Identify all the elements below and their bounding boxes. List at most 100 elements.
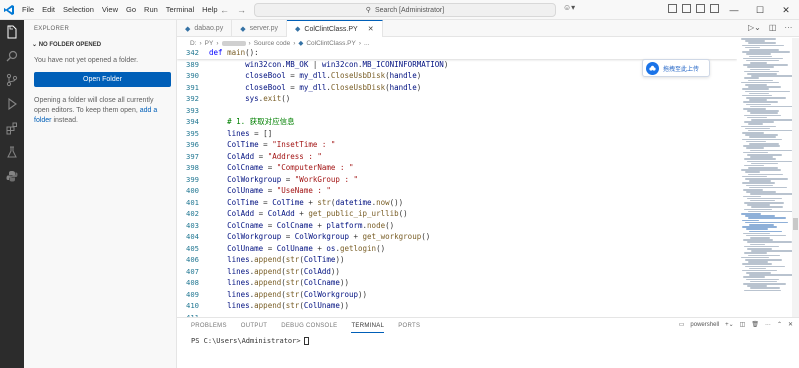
- menu-view[interactable]: View: [98, 0, 122, 20]
- panel-tab-ports[interactable]: PORTS: [398, 320, 420, 332]
- code-token: my_dll: [299, 71, 327, 81]
- code-token: (): [421, 232, 431, 242]
- code-line[interactable]: 408 lines. append(str(ColCname)): [177, 277, 737, 289]
- more-actions-icon[interactable]: ···: [784, 23, 792, 32]
- breadcrumb-drive[interactable]: D:: [190, 40, 197, 47]
- code-line[interactable]: 396 ColTime = "InsetTime : ": [177, 139, 737, 151]
- code-line[interactable]: 410 lines. append(str(ColUname)): [177, 300, 737, 312]
- run-debug-icon[interactable]: [0, 92, 24, 116]
- toggle-secondary-sidebar-icon[interactable]: [696, 4, 705, 13]
- line-number: 392: [186, 94, 199, 104]
- tab-dabao-py[interactable]: ◆ dabao.py: [177, 20, 233, 37]
- code-token: ColAdd: [227, 151, 255, 161]
- kill-terminal-icon[interactable]: 🗑: [751, 321, 759, 328]
- code-line[interactable]: 400 ColUname = "UseName : ": [177, 185, 737, 197]
- new-terminal-icon[interactable]: +⌄: [725, 321, 734, 328]
- toggle-sidebar-icon[interactable]: [668, 4, 677, 13]
- breadcrumb-source-code[interactable]: Source code: [254, 40, 291, 47]
- code-token: win32con: [245, 59, 282, 69]
- code-token: (): [385, 220, 395, 230]
- code-token: str: [285, 266, 300, 276]
- code-token: ColWorkgroup: [294, 232, 349, 242]
- terminal-shell-name[interactable]: powershell: [690, 322, 719, 328]
- title-bar: File Edit Selection View Go Run Terminal Help ←…: [0, 0, 799, 20]
- code-token: )): [335, 255, 345, 265]
- back-arrow-icon[interactable]: ←: [220, 5, 229, 15]
- menu-go[interactable]: Go: [122, 0, 140, 20]
- code-token: +: [294, 209, 309, 219]
- python-icon[interactable]: [0, 164, 24, 188]
- code-token: closeBool: [245, 71, 286, 81]
- drag-upload-widget[interactable]: 拖拽至此上传: [642, 59, 710, 77]
- code-editor[interactable]: 342 def main (): 389 win32con. MB_OK | win32…: [177, 47, 737, 317]
- code-line[interactable]: 392 sys. exit(): [177, 93, 737, 105]
- panel-tab-terminal[interactable]: TERMINAL: [351, 320, 385, 333]
- search-icon[interactable]: [0, 44, 24, 68]
- code-line[interactable]: 406 lines. append(str(ColTime)): [177, 254, 737, 266]
- code-line[interactable]: 403 ColCname = ColCname + platform. node(…: [177, 220, 737, 232]
- panel-tab-debug-console[interactable]: DEBUG CONSOLE: [281, 320, 337, 332]
- panel-tab-problems[interactable]: PROBLEMS: [191, 320, 227, 332]
- sticky-scroll-line[interactable]: 342 def main ():: [177, 47, 737, 59]
- code-line[interactable]: 404 ColWorkgroup = ColWorkgroup + get_wo…: [177, 231, 737, 243]
- explorer-icon[interactable]: [0, 20, 24, 44]
- source-control-icon[interactable]: [0, 68, 24, 92]
- code-token: ): [416, 82, 422, 92]
- code-token: ColCname: [303, 278, 340, 288]
- no-folder-section-header[interactable]: ⌄ NO FOLDER OPENED: [24, 32, 176, 48]
- code-line[interactable]: 393: [177, 105, 737, 117]
- run-python-file-icon[interactable]: ▷⌄: [748, 23, 761, 32]
- close-icon[interactable]: ✕: [773, 0, 799, 20]
- close-panel-icon[interactable]: ✕: [788, 321, 793, 328]
- menu-terminal[interactable]: Terminal: [162, 0, 198, 20]
- menu-run[interactable]: Run: [140, 0, 162, 20]
- minimap-line: [749, 55, 772, 58]
- code-line[interactable]: 397 ColAdd = "Address : ": [177, 151, 737, 163]
- maximize-panel-icon[interactable]: ⌃: [777, 321, 782, 328]
- code-line[interactable]: 409 lines. append(str(ColWorkgroup)): [177, 289, 737, 301]
- close-tab-icon[interactable]: ✕: [368, 25, 374, 33]
- minimap-line: [746, 241, 792, 244]
- panel-tab-output[interactable]: OUTPUT: [241, 320, 267, 332]
- split-terminal-icon[interactable]: ◫: [740, 321, 746, 328]
- code-line[interactable]: 398 ColCname = "ComputerName : ": [177, 162, 737, 174]
- code-line[interactable]: 399 ColWorkgroup = "WorkGroup : ": [177, 174, 737, 186]
- code-token: str: [285, 301, 300, 311]
- line-number: 408: [186, 278, 199, 288]
- code-line[interactable]: 401 ColTime = ColTime + str(datetime. now…: [177, 197, 737, 209]
- forward-arrow-icon[interactable]: →: [237, 5, 246, 15]
- minimap[interactable]: [741, 38, 797, 318]
- code-line[interactable]: 405 ColUname = ColUname + os. getlogin(): [177, 243, 737, 255]
- activity-bar: [0, 20, 24, 368]
- command-center-search[interactable]: ⚲ Search [Administrator]: [254, 3, 556, 17]
- menu-file[interactable]: File: [18, 0, 38, 20]
- open-folder-button[interactable]: Open Folder: [34, 72, 171, 87]
- breadcrumb-more[interactable]: ...: [364, 40, 369, 47]
- menu-selection[interactable]: Selection: [59, 0, 98, 20]
- breadcrumb-file[interactable]: ColClintClass.PY: [306, 40, 356, 47]
- menu-help[interactable]: Help: [198, 0, 221, 20]
- copilot-icon[interactable]: ☺▾: [563, 3, 575, 12]
- toggle-panel-icon[interactable]: [682, 4, 691, 13]
- code-line[interactable]: 407 lines. append(str(ColAdd)): [177, 266, 737, 278]
- tab-server-py[interactable]: ◆ server.py: [232, 20, 287, 37]
- scroll-thumb[interactable]: [793, 218, 798, 230]
- code-token: ():: [245, 48, 259, 58]
- code-line[interactable]: 394 # 1. 获取对应信息: [177, 116, 737, 128]
- vertical-scrollbar[interactable]: [792, 38, 799, 318]
- menu-edit[interactable]: Edit: [38, 0, 59, 20]
- maximize-icon[interactable]: ☐: [747, 0, 773, 20]
- breadcrumb-py[interactable]: PY: [205, 40, 214, 47]
- minimize-icon[interactable]: —: [721, 0, 747, 20]
- more-actions-icon[interactable]: ···: [765, 322, 771, 328]
- customize-layout-icon[interactable]: [710, 4, 719, 13]
- code-line[interactable]: 395 lines = []: [177, 128, 737, 140]
- code-line[interactable]: 391 closeBool = my_dll. CloseUsbDisk(hand…: [177, 82, 737, 94]
- testing-icon[interactable]: [0, 140, 24, 164]
- extensions-icon[interactable]: [0, 116, 24, 140]
- code-line[interactable]: 402 ColAdd = ColAdd + get_public_ip_urll…: [177, 208, 737, 220]
- tab-colclintclass-py[interactable]: ◆ ColClintClass.PY ✕: [287, 20, 383, 37]
- split-editor-icon[interactable]: ◫: [769, 23, 777, 32]
- terminal-prompt-line[interactable]: PS C:\Users\Administrator>: [191, 337, 309, 345]
